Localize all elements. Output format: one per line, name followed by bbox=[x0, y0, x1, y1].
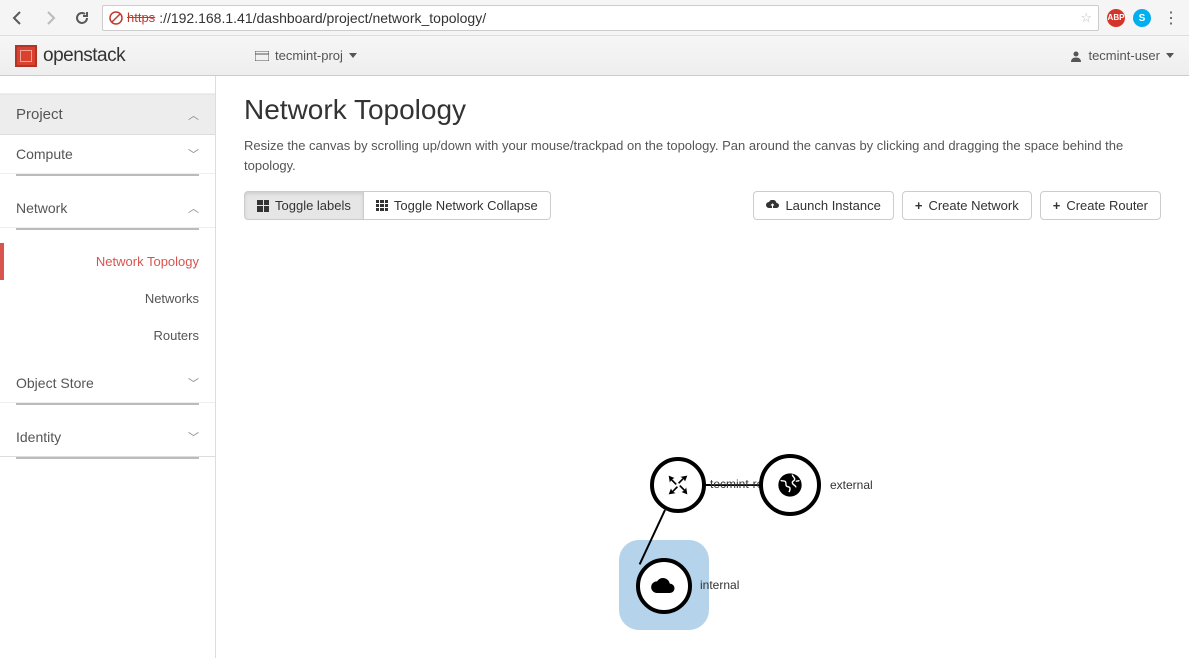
sidebar-section-project[interactable]: Project ︿ bbox=[0, 94, 215, 135]
globe-icon bbox=[776, 471, 804, 499]
browser-menu-icon[interactable]: ⋮ bbox=[1159, 8, 1183, 28]
page-title: Network Topology bbox=[244, 94, 1161, 126]
sidebar-label: Project bbox=[16, 106, 63, 123]
topology-canvas[interactable]: tecmint-router external internal bbox=[244, 220, 1161, 640]
toggle-labels-button[interactable]: Toggle labels bbox=[244, 191, 364, 220]
chevron-down-icon: ﹀ bbox=[188, 375, 199, 391]
sidebar-item-label: Routers bbox=[153, 328, 199, 343]
chevron-up-icon: ︿ bbox=[188, 107, 199, 123]
svg-text:S: S bbox=[1139, 13, 1146, 24]
sidebar-label: Identity bbox=[16, 429, 61, 445]
topology-node-internal[interactable] bbox=[636, 558, 692, 614]
caret-down-icon bbox=[1166, 53, 1174, 58]
topology-node-router[interactable] bbox=[650, 457, 706, 513]
toolbar: Toggle labels Toggle Network Collapse La… bbox=[244, 191, 1161, 220]
sidebar-section-object-store[interactable]: Object Store ﹀ bbox=[0, 364, 215, 403]
skype-icon[interactable]: S bbox=[1133, 9, 1151, 27]
internal-label: internal bbox=[700, 578, 739, 592]
sidebar-item-networks[interactable]: Networks bbox=[0, 280, 215, 317]
create-router-button[interactable]: + Create Router bbox=[1040, 191, 1161, 220]
openstack-logo-icon bbox=[15, 45, 37, 67]
user-name: tecmint-user bbox=[1088, 48, 1160, 63]
layers-icon bbox=[255, 51, 269, 61]
sidebar-item-network-topology[interactable]: Network Topology bbox=[0, 243, 215, 280]
toggle-collapse-button[interactable]: Toggle Network Collapse bbox=[364, 191, 551, 220]
sidebar-section-network[interactable]: Network ︿ bbox=[0, 189, 215, 228]
browser-url-bar[interactable]: https ://192.168.1.41/dashboard/project/… bbox=[102, 5, 1099, 31]
th-large-icon bbox=[257, 200, 269, 212]
app-header: openstack tecmint-proj tecmint-user bbox=[0, 36, 1189, 76]
th-icon bbox=[376, 200, 388, 212]
topology-node-external[interactable] bbox=[759, 454, 821, 516]
sidebar-section-identity[interactable]: Identity ﹀ bbox=[0, 418, 215, 457]
sidebar: Project ︿ Compute ﹀ Network ︿ Network To… bbox=[0, 76, 216, 658]
insecure-icon bbox=[109, 11, 123, 25]
external-label: external bbox=[830, 478, 873, 492]
project-selector[interactable]: tecmint-proj bbox=[255, 48, 357, 63]
button-label: Create Router bbox=[1066, 198, 1148, 213]
user-menu[interactable]: tecmint-user bbox=[1070, 48, 1174, 63]
plus-icon: + bbox=[1053, 198, 1061, 213]
user-icon bbox=[1070, 50, 1082, 62]
brand-logo[interactable]: openstack bbox=[15, 45, 225, 67]
browser-reload-button[interactable] bbox=[70, 6, 94, 30]
sidebar-item-routers[interactable]: Routers bbox=[0, 317, 215, 354]
url-path: ://192.168.1.41/dashboard/project/networ… bbox=[159, 10, 486, 26]
adblock-icon[interactable]: ABP bbox=[1107, 9, 1125, 27]
view-toggle-group: Toggle labels Toggle Network Collapse bbox=[244, 191, 551, 220]
button-label: Toggle Network Collapse bbox=[394, 198, 538, 213]
chevron-down-icon: ﹀ bbox=[188, 429, 199, 445]
sidebar-label: Object Store bbox=[16, 375, 94, 391]
plus-icon: + bbox=[915, 198, 923, 213]
browser-back-button[interactable] bbox=[6, 6, 30, 30]
project-name: tecmint-proj bbox=[275, 48, 343, 63]
button-label: Launch Instance bbox=[785, 198, 880, 213]
sidebar-item-label: Network Topology bbox=[96, 254, 199, 269]
sidebar-item-label: Networks bbox=[145, 291, 199, 306]
launch-instance-button[interactable]: Launch Instance bbox=[753, 191, 893, 220]
main-content: Network Topology Resize the canvas by sc… bbox=[216, 76, 1189, 658]
cloud-icon bbox=[650, 572, 678, 600]
button-label: Toggle labels bbox=[275, 198, 351, 213]
cloud-upload-icon bbox=[766, 200, 779, 211]
browser-forward-button[interactable] bbox=[38, 6, 62, 30]
chevron-up-icon: ︿ bbox=[188, 200, 199, 216]
sidebar-section-compute[interactable]: Compute ﹀ bbox=[0, 135, 215, 174]
chevron-down-icon: ﹀ bbox=[188, 146, 199, 162]
router-icon bbox=[664, 471, 692, 499]
page-description: Resize the canvas by scrolling up/down w… bbox=[244, 136, 1144, 175]
sidebar-label: Network bbox=[16, 200, 67, 216]
browser-toolbar: https ://192.168.1.41/dashboard/project/… bbox=[0, 0, 1189, 36]
create-network-button[interactable]: + Create Network bbox=[902, 191, 1032, 220]
sidebar-label: Compute bbox=[16, 146, 73, 162]
button-label: Create Network bbox=[928, 198, 1018, 213]
caret-down-icon bbox=[349, 53, 357, 58]
url-scheme: https bbox=[127, 10, 155, 25]
bookmark-star-icon[interactable]: ☆ bbox=[1080, 10, 1092, 26]
brand-text: openstack bbox=[43, 45, 125, 67]
